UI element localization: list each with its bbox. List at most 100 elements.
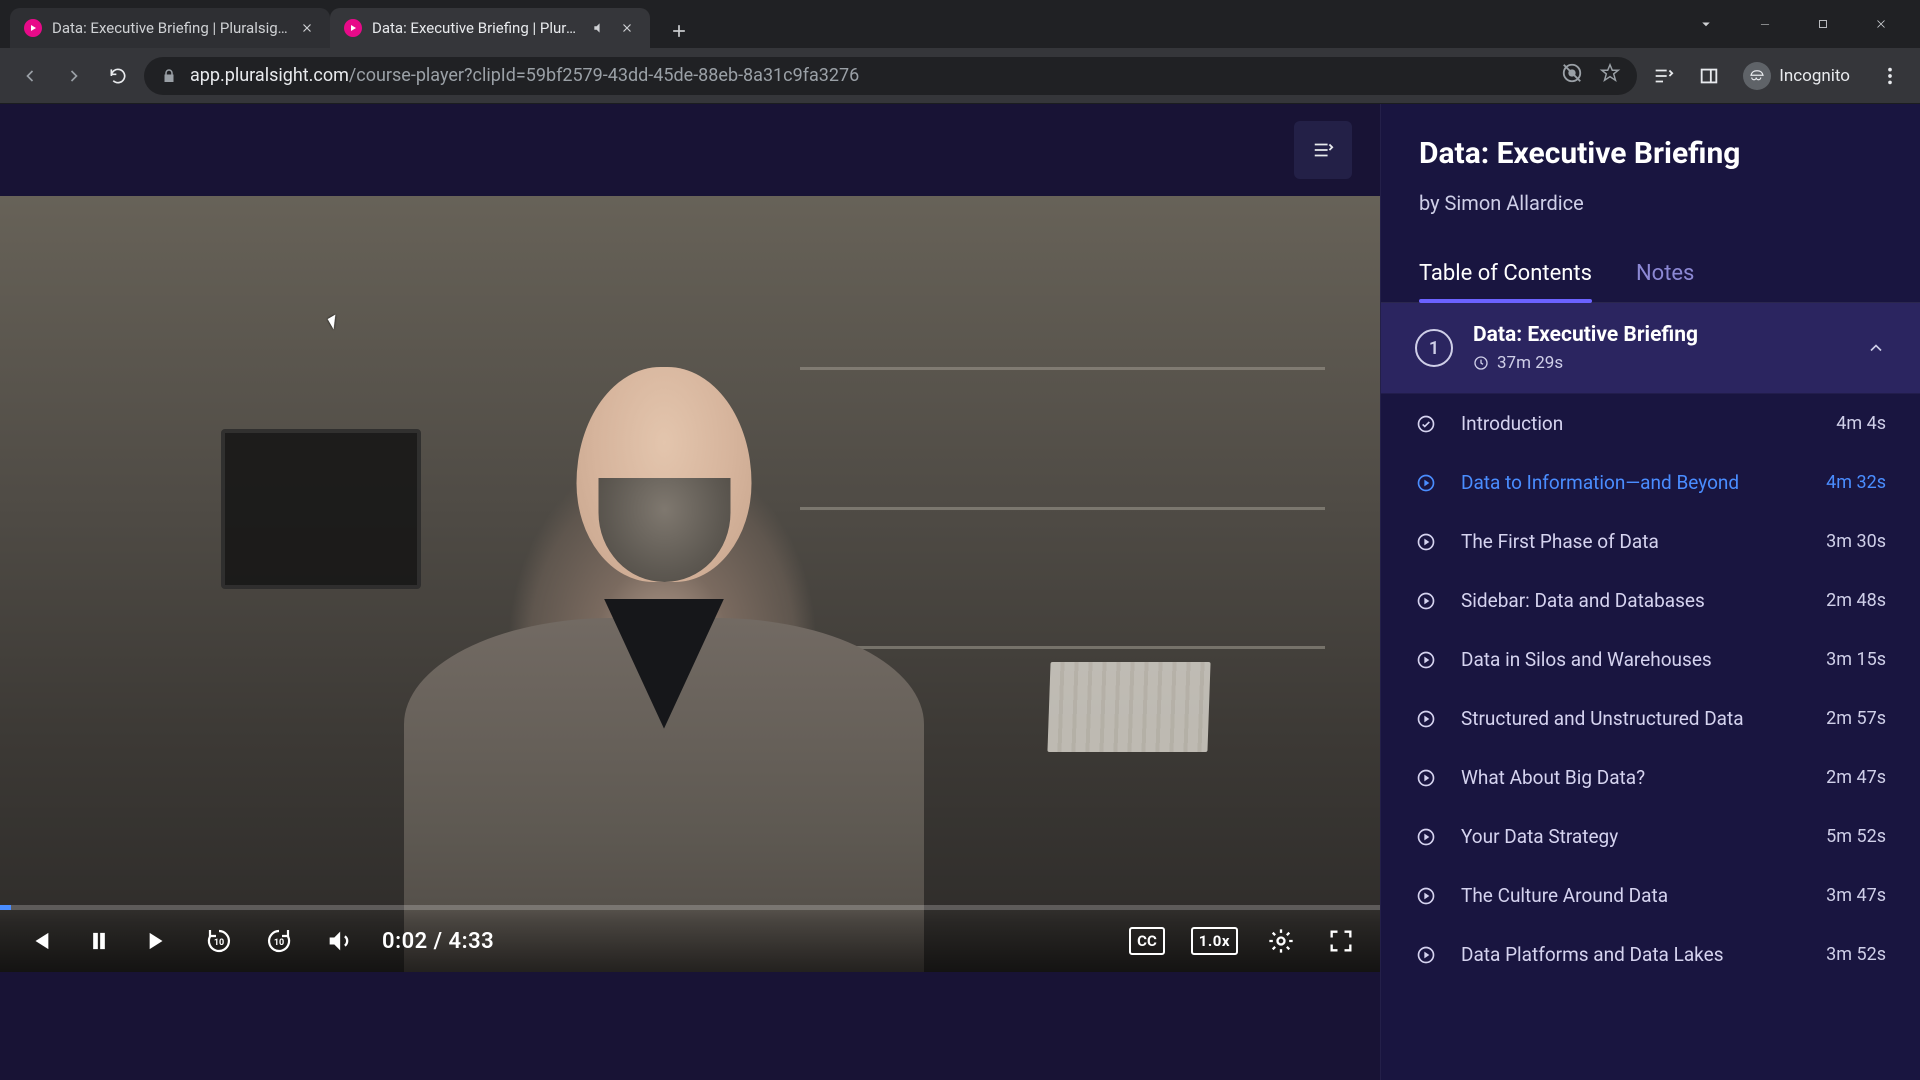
clip-row[interactable]: What About Big Data? 2m 47s [1381, 748, 1920, 807]
fullscreen-button[interactable] [1324, 924, 1358, 958]
browser-tabs: Data: Executive Briefing | Pluralsight D… [0, 0, 1686, 48]
video-controls: 10 10 0:02 / 4:33 CC 1.0x [0, 910, 1380, 972]
video-header-bar [0, 104, 1380, 196]
course-byline: by Simon Allardice [1419, 191, 1882, 215]
module-number-badge: 1 [1415, 329, 1453, 367]
check-circle-icon [1415, 413, 1437, 435]
window-maximize-button[interactable] [1794, 6, 1852, 42]
window-minimize-button[interactable] [1736, 6, 1794, 42]
clip-row[interactable]: The First Phase of Data3m 30s [1381, 512, 1920, 571]
close-tab-icon[interactable] [298, 19, 316, 37]
side-panel-icon[interactable] [1691, 58, 1727, 94]
sidebar-tabs: Table of Contents Notes [1381, 235, 1920, 303]
clip-row[interactable]: Structured and Unstructured Data2m 57s [1381, 689, 1920, 748]
video-column: 10 10 0:02 / 4:33 CC 1.0x [0, 104, 1380, 1080]
clip-duration: 5m 52s [1826, 826, 1886, 847]
rewind-10-button[interactable]: 10 [202, 924, 236, 958]
window-close-button[interactable] [1852, 6, 1910, 42]
clip-title: Sidebar: Data and Databases [1461, 589, 1802, 612]
clip-duration: 2m 57s [1826, 708, 1886, 729]
volume-button[interactable] [322, 924, 356, 958]
clip-row[interactable]: Data in Silos and Warehouses3m 15s [1381, 630, 1920, 689]
clip-title: The Culture Around Data [1461, 884, 1802, 907]
clip-duration: 4m 32s [1826, 472, 1886, 493]
svg-text:10: 10 [214, 938, 224, 948]
clip-duration: 3m 52s [1826, 944, 1886, 965]
browser-toolbar: app.pluralsight.com/course-player?clipId… [0, 48, 1920, 104]
settings-gear-icon[interactable] [1264, 924, 1298, 958]
tab-notes[interactable]: Notes [1636, 261, 1694, 302]
browser-menu-button[interactable] [1872, 58, 1908, 94]
clip-title: Data in Silos and Warehouses [1461, 648, 1802, 671]
clip-duration: 4m 4s [1836, 413, 1886, 434]
course-player-page: 10 10 0:02 / 4:33 CC 1.0x [0, 104, 1920, 1080]
clip-list: Introduction 4m 4s Data to Information—and… [1381, 394, 1920, 1080]
browser-reload-button[interactable] [100, 58, 136, 94]
play-circle-icon [1415, 767, 1437, 789]
forward-10-button[interactable]: 10 [262, 924, 296, 958]
course-title: Data: Executive Briefing [1419, 136, 1882, 171]
clip-title: Data to Information—and Beyond [1461, 471, 1802, 494]
clip-row[interactable]: Data Platforms and Data Lakes 3m 52s [1381, 925, 1920, 984]
clip-row[interactable]: Your Data Strategy5m 52s [1381, 807, 1920, 866]
clip-row[interactable]: Introduction 4m 4s [1381, 394, 1920, 453]
play-circle-icon [1415, 885, 1437, 907]
video-player[interactable]: 10 10 0:02 / 4:33 CC 1.0x [0, 196, 1380, 972]
closed-captions-button[interactable]: CC [1129, 927, 1165, 955]
play-circle-icon [1415, 826, 1437, 848]
play-circle-icon [1415, 649, 1437, 671]
profile-button[interactable]: Incognito [1737, 58, 1862, 94]
url-text: app.pluralsight.com/course-player?clipId… [190, 65, 1549, 86]
module-duration: 37m 29s [1473, 353, 1846, 373]
clip-row[interactable]: Sidebar: Data and Databases 2m 48s [1381, 571, 1920, 630]
bookmark-star-icon[interactable] [1599, 62, 1621, 89]
tab-title: Data: Executive Briefing | Pluralsight [372, 19, 580, 37]
video-time-display: 0:02 / 4:33 [382, 929, 494, 954]
address-bar[interactable]: app.pluralsight.com/course-player?clipId… [144, 57, 1637, 95]
toggle-sidebar-button[interactable] [1294, 121, 1352, 179]
profile-label: Incognito [1779, 66, 1850, 86]
clip-title: Introduction [1461, 412, 1812, 435]
module-header[interactable]: 1 Data: Executive Briefing 37m 29s [1381, 303, 1920, 394]
close-tab-icon[interactable] [618, 19, 636, 37]
browser-tab-1[interactable]: Data: Executive Briefing | Pluralsight [330, 8, 650, 48]
tab-table-of-contents[interactable]: Table of Contents [1419, 261, 1592, 302]
previous-clip-button[interactable] [22, 924, 56, 958]
clip-title: Data Platforms and Data Lakes [1461, 943, 1802, 966]
audio-playing-icon[interactable] [590, 19, 608, 37]
clip-row[interactable]: The Culture Around Data 3m 47s [1381, 866, 1920, 925]
browser-titlebar: Data: Executive Briefing | Pluralsight D… [0, 0, 1920, 48]
incognito-icon [1743, 62, 1771, 90]
browser-action-icons: Incognito [1645, 58, 1908, 94]
svg-text:10: 10 [274, 938, 284, 948]
module-title: Data: Executive Briefing [1473, 323, 1846, 347]
tab-search-button[interactable] [1686, 6, 1726, 42]
clip-duration: 2m 48s [1826, 590, 1886, 611]
tab-title: Data: Executive Briefing | Pluralsight [52, 19, 288, 37]
window-controls [1736, 6, 1910, 42]
course-sidebar: Data: Executive Briefing by Simon Allard… [1380, 104, 1920, 1080]
clock-icon [1473, 355, 1489, 371]
playback-speed-button[interactable]: 1.0x [1191, 927, 1238, 955]
next-clip-button[interactable] [142, 924, 176, 958]
browser-forward-button[interactable] [56, 58, 92, 94]
new-tab-button[interactable] [662, 14, 696, 48]
clip-title: What About Big Data? [1461, 766, 1802, 789]
pluralsight-favicon-icon [24, 19, 42, 37]
play-circle-icon [1415, 944, 1437, 966]
play-pause-button[interactable] [82, 924, 116, 958]
clip-duration: 2m 47s [1826, 767, 1886, 788]
clip-duration: 3m 47s [1826, 885, 1886, 906]
video-still-image [0, 196, 1380, 972]
play-circle-icon [1415, 531, 1437, 553]
browser-back-button[interactable] [12, 58, 48, 94]
reading-list-icon[interactable] [1645, 58, 1681, 94]
browser-tab-0[interactable]: Data: Executive Briefing | Pluralsight [10, 8, 330, 48]
tracking-blocked-icon[interactable] [1561, 62, 1583, 89]
play-circle-icon [1415, 708, 1437, 730]
secure-lock-icon [160, 67, 178, 85]
clip-row[interactable]: Data to Information—and Beyond 4m 32s [1381, 453, 1920, 512]
pluralsight-favicon-icon [344, 19, 362, 37]
clip-duration: 3m 30s [1826, 531, 1886, 552]
collapse-module-icon[interactable] [1866, 338, 1886, 358]
